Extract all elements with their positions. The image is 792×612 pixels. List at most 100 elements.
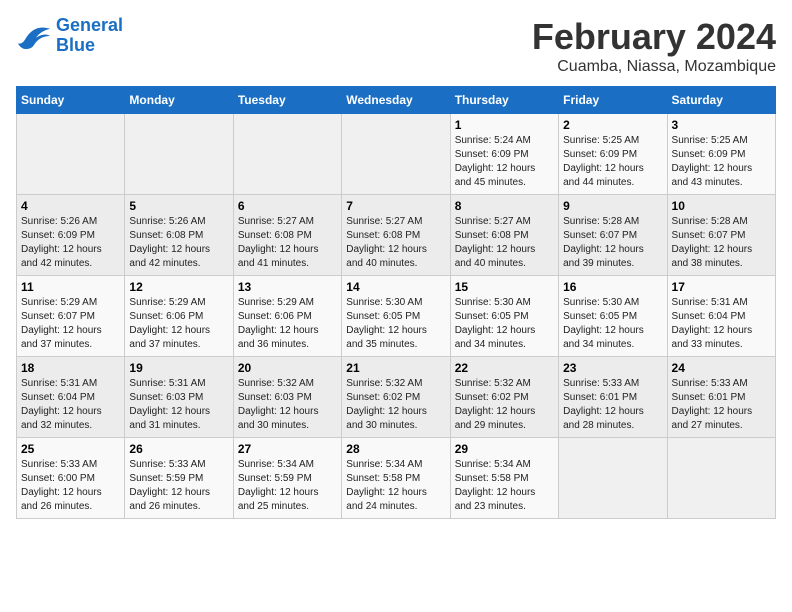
calendar-cell [342, 114, 450, 195]
calendar-cell: 12Sunrise: 5:29 AMSunset: 6:06 PMDayligh… [125, 276, 233, 357]
title-block: February 2024 Cuamba, Niassa, Mozambique [532, 16, 776, 76]
calendar-cell: 23 Sunrise: 5:33 AMSunset: 6:01 PMDayligh… [559, 357, 667, 438]
calendar-table: SundayMondayTuesdayWednesdayThursdayFrid… [16, 86, 776, 519]
calendar-cell: 10Sunrise: 5:28 AMSunset: 6:07 PMDayligh… [667, 195, 775, 276]
logo-bird-icon [16, 21, 52, 51]
calendar-cell [233, 114, 341, 195]
page-header: General Blue February 2024 Cuamba, Niass… [16, 16, 776, 76]
day-number: 1 [455, 118, 554, 132]
calendar-body: 1Sunrise: 5:24 AMSunset: 6:09 PMDaylight… [17, 114, 776, 519]
logo: General Blue [16, 16, 123, 56]
day-info: Sunrise: 5:27 AMSunset: 6:08 PMDaylight:… [346, 215, 445, 271]
day-number: 24 [672, 361, 771, 375]
calendar-cell: 25Sunrise: 5:33 AMSunset: 6:00 PMDayligh… [17, 438, 125, 519]
calendar-header: SundayMondayTuesdayWednesdayThursdayFrid… [17, 87, 776, 114]
day-info: Sunrise: 5:29 AMSunset: 6:07 PMDaylight:… [21, 296, 120, 352]
calendar-cell: 16 Sunrise: 5:30 AMSunset: 6:05 PMDayligh… [559, 276, 667, 357]
day-number: 13 [238, 280, 337, 294]
location: Cuamba, Niassa, Mozambique [532, 58, 776, 76]
calendar-cell: 8Sunrise: 5:27 AMSunset: 6:08 PMDaylight… [450, 195, 558, 276]
day-number: 20 [238, 361, 337, 375]
calendar-cell [559, 438, 667, 519]
day-number: 26 [129, 442, 228, 456]
day-info: Sunrise: 5:33 AMSunset: 6:01 PMDaylight:… [672, 377, 771, 433]
calendar-cell: 14 Sunrise: 5:30 AMSunset: 6:05 PMDayligh… [342, 276, 450, 357]
day-info: Sunrise: 5:33 AMSunset: 6:00 PMDaylight:… [21, 458, 120, 514]
calendar-cell: 17Sunrise: 5:31 AMSunset: 6:04 PMDayligh… [667, 276, 775, 357]
logo-line2: Blue [56, 35, 95, 55]
day-info: Sunrise: 5:32 AMSunset: 6:02 PMDaylight:… [346, 377, 445, 433]
day-number: 16 [563, 280, 662, 294]
day-number: 10 [672, 199, 771, 213]
day-info: Sunrise: 5:34 AMSunset: 5:58 PMDaylight:… [455, 458, 554, 514]
weekday-header: Tuesday [233, 87, 341, 114]
calendar-cell: 7 Sunrise: 5:27 AMSunset: 6:08 PMDaylight… [342, 195, 450, 276]
calendar-cell: 27 Sunrise: 5:34 AMSunset: 5:59 PMDayligh… [233, 438, 341, 519]
day-number: 29 [455, 442, 554, 456]
day-info: Sunrise: 5:32 AMSunset: 6:03 PMDaylight:… [238, 377, 337, 433]
day-info: Sunrise: 5:28 AMSunset: 6:07 PMDaylight:… [563, 215, 662, 271]
weekday-header: Thursday [450, 87, 558, 114]
calendar-cell: 6Sunrise: 5:27 AMSunset: 6:08 PMDaylight… [233, 195, 341, 276]
weekday-header: Sunday [17, 87, 125, 114]
calendar-cell: 4 Sunrise: 5:26 AMSunset: 6:09 PMDaylight… [17, 195, 125, 276]
calendar-cell: 9 Sunrise: 5:28 AMSunset: 6:07 PMDaylight… [559, 195, 667, 276]
day-number: 2 [563, 118, 662, 132]
day-info: Sunrise: 5:26 AMSunset: 6:09 PMDaylight:… [21, 215, 120, 271]
day-info: Sunrise: 5:29 AMSunset: 6:06 PMDaylight:… [129, 296, 228, 352]
day-info: Sunrise: 5:27 AMSunset: 6:08 PMDaylight:… [238, 215, 337, 271]
day-info: Sunrise: 5:31 AMSunset: 6:04 PMDaylight:… [21, 377, 120, 433]
calendar-cell [125, 114, 233, 195]
weekday-header: Monday [125, 87, 233, 114]
day-info: Sunrise: 5:34 AMSunset: 5:59 PMDaylight:… [238, 458, 337, 514]
weekday-header: Saturday [667, 87, 775, 114]
day-info: Sunrise: 5:33 AMSunset: 6:01 PMDaylight:… [563, 377, 662, 433]
calendar-cell: 24 Sunrise: 5:33 AMSunset: 6:01 PMDayligh… [667, 357, 775, 438]
day-number: 7 [346, 199, 445, 213]
day-info: Sunrise: 5:33 AMSunset: 5:59 PMDaylight:… [129, 458, 228, 514]
day-number: 5 [129, 199, 228, 213]
day-info: Sunrise: 5:31 AMSunset: 6:03 PMDaylight:… [129, 377, 228, 433]
day-number: 28 [346, 442, 445, 456]
calendar-cell: 3 Sunrise: 5:25 AMSunset: 6:09 PMDaylight… [667, 114, 775, 195]
day-info: Sunrise: 5:25 AMSunset: 6:09 PMDaylight:… [672, 134, 771, 190]
day-info: Sunrise: 5:30 AMSunset: 6:05 PMDaylight:… [455, 296, 554, 352]
calendar-cell: 21 Sunrise: 5:32 AMSunset: 6:02 PMDayligh… [342, 357, 450, 438]
day-number: 3 [672, 118, 771, 132]
day-number: 14 [346, 280, 445, 294]
day-number: 11 [21, 280, 120, 294]
calendar-week-row: 11 Sunrise: 5:29 AMSunset: 6:07 PMDayligh… [17, 276, 776, 357]
calendar-cell: 28 Sunrise: 5:34 AMSunset: 5:58 PMDayligh… [342, 438, 450, 519]
day-info: Sunrise: 5:31 AMSunset: 6:04 PMDaylight:… [672, 296, 771, 352]
day-info: Sunrise: 5:32 AMSunset: 6:02 PMDaylight:… [455, 377, 554, 433]
calendar-cell [667, 438, 775, 519]
calendar-cell: 19 Sunrise: 5:31 AMSunset: 6:03 PMDayligh… [125, 357, 233, 438]
logo-text: General Blue [56, 16, 123, 56]
day-info: Sunrise: 5:30 AMSunset: 6:05 PMDaylight:… [563, 296, 662, 352]
day-number: 15 [455, 280, 554, 294]
day-number: 19 [129, 361, 228, 375]
calendar-cell: 22 Sunrise: 5:32 AMSunset: 6:02 PMDayligh… [450, 357, 558, 438]
day-number: 23 [563, 361, 662, 375]
day-info: Sunrise: 5:34 AMSunset: 5:58 PMDaylight:… [346, 458, 445, 514]
day-number: 4 [21, 199, 120, 213]
calendar-cell: 2 Sunrise: 5:25 AMSunset: 6:09 PMDaylight… [559, 114, 667, 195]
day-number: 22 [455, 361, 554, 375]
day-number: 18 [21, 361, 120, 375]
calendar-cell: 26 Sunrise: 5:33 AMSunset: 5:59 PMDayligh… [125, 438, 233, 519]
month-title: February 2024 [532, 16, 776, 58]
day-info: Sunrise: 5:30 AMSunset: 6:05 PMDaylight:… [346, 296, 445, 352]
calendar-week-row: 25Sunrise: 5:33 AMSunset: 6:00 PMDayligh… [17, 438, 776, 519]
calendar-cell: 20 Sunrise: 5:32 AMSunset: 6:03 PMDayligh… [233, 357, 341, 438]
calendar-week-row: 1Sunrise: 5:24 AMSunset: 6:09 PMDaylight… [17, 114, 776, 195]
day-info: Sunrise: 5:25 AMSunset: 6:09 PMDaylight:… [563, 134, 662, 190]
day-info: Sunrise: 5:29 AMSunset: 6:06 PMDaylight:… [238, 296, 337, 352]
calendar-cell: 11 Sunrise: 5:29 AMSunset: 6:07 PMDayligh… [17, 276, 125, 357]
calendar-cell [17, 114, 125, 195]
day-number: 27 [238, 442, 337, 456]
day-number: 21 [346, 361, 445, 375]
calendar-week-row: 4 Sunrise: 5:26 AMSunset: 6:09 PMDaylight… [17, 195, 776, 276]
day-number: 9 [563, 199, 662, 213]
calendar-cell: 15 Sunrise: 5:30 AMSunset: 6:05 PMDayligh… [450, 276, 558, 357]
day-number: 8 [455, 199, 554, 213]
